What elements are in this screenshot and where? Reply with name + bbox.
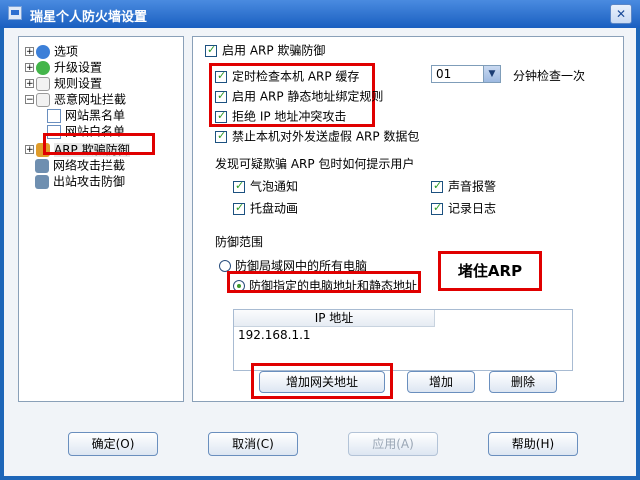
rules-icon <box>36 76 50 91</box>
highlight-box-arp <box>43 133 155 155</box>
check-icon: ✓ <box>207 42 217 56</box>
checkbox-label: 气泡通知 <box>250 179 299 194</box>
annotation-label: 堵住ARP <box>438 251 542 291</box>
expand-icon[interactable]: + <box>25 79 34 89</box>
apply-button[interactable]: 应用(A) <box>348 432 438 456</box>
tree-item-label: 升级设置 <box>54 60 103 75</box>
update-icon <box>36 60 50 75</box>
chevron-down-icon[interactable]: ▼ <box>483 66 500 82</box>
outbound-icon <box>35 174 49 189</box>
tree-item-label: 选项 <box>54 44 79 59</box>
defense-heading: 防御范围 <box>215 235 264 249</box>
checkbox-box[interactable]: ✓ <box>233 200 245 215</box>
globe-icon <box>36 44 50 59</box>
check-icon: ✓ <box>433 178 443 192</box>
static-binding-checkbox[interactable]: ✓ 启用 ARP 静态地址绑定规则 <box>215 89 383 104</box>
arp-settings-panel: ✓ 启用 ARP 欺骗防御 ✓ 定时检查本机 ARP 缓存 01 ▼ 分钟检查一次 … <box>192 36 624 402</box>
tree-item-malicious-url[interactable]: − 恶意网址拦截 <box>25 91 126 107</box>
tray-animation-checkbox[interactable]: ✓ 托盘动画 <box>233 201 298 216</box>
checkbox-label: 启用 ARP 静态地址绑定规则 <box>232 89 384 104</box>
checkbox-label: 禁止本机对外发送虚假 ARP 数据包 <box>232 129 420 144</box>
bubble-notify-checkbox[interactable]: ✓ 气泡通知 <box>233 179 298 194</box>
network-icon <box>35 158 49 173</box>
check-icon: ✓ <box>217 128 227 142</box>
reject-ip-conflict-checkbox[interactable]: ✓ 拒绝 IP 地址冲突攻击 <box>215 109 346 124</box>
help-button[interactable]: 帮助(H) <box>488 432 578 456</box>
checkbox-box[interactable]: ✓ <box>215 88 227 103</box>
tree-item-rules[interactable]: + 规则设置 <box>25 75 102 91</box>
checkbox-label: 定时检查本机 ARP 缓存 <box>232 69 360 84</box>
checkbox-box[interactable]: ✓ <box>233 178 245 193</box>
block-fake-arp-checkbox[interactable]: ✓ 禁止本机对外发送虚假 ARP 数据包 <box>215 129 419 144</box>
highlight-box-defense-scope <box>227 271 421 293</box>
check-icon: ✓ <box>235 200 245 214</box>
checkbox-box[interactable]: ✓ <box>215 68 227 83</box>
record-log-checkbox[interactable]: ✓ 记录日志 <box>431 201 496 216</box>
firewall-app-icon <box>8 6 22 20</box>
settings-window: 瑞星个人防火墙设置 ✕ + 选项 + 升级设置 + 规则设置 − 恶意网址拦截 网站黑名… <box>0 0 640 480</box>
checkbox-box[interactable]: ✓ <box>431 200 443 215</box>
interval-value: 01 <box>436 67 452 81</box>
expand-icon[interactable]: + <box>25 47 34 57</box>
check-icon: ✓ <box>433 200 443 214</box>
title-bar: 瑞星个人防火墙设置 ✕ <box>0 0 640 28</box>
expand-icon[interactable]: + <box>25 145 34 155</box>
tree-item-blacklist[interactable]: 网站黑名单 <box>47 107 125 123</box>
check-icon: ✓ <box>217 68 227 82</box>
tree-item-update[interactable]: + 升级设置 <box>25 59 102 75</box>
checkbox-label: 托盘动画 <box>250 201 299 216</box>
check-icon: ✓ <box>217 88 227 102</box>
checkbox-label: 启用 ARP 欺骗防御 <box>222 43 326 58</box>
add-gateway-button[interactable]: 增加网关地址 <box>259 371 385 393</box>
tree-item-outbound[interactable]: 出站攻击防御 <box>35 173 125 189</box>
check-icon: ✓ <box>235 178 245 192</box>
enable-arp-checkbox[interactable]: ✓ 启用 ARP 欺骗防御 <box>205 43 325 58</box>
dialog-client: + 选项 + 升级设置 + 规则设置 − 恶意网址拦截 网站黑名单 网站白名单 + ARP… <box>4 28 636 476</box>
checkbox-label: 记录日志 <box>448 201 497 216</box>
tree-item-label: 规则设置 <box>54 76 103 91</box>
tree-item-label: 网络攻击拦截 <box>53 158 126 173</box>
ok-button[interactable]: 确定(O) <box>68 432 158 456</box>
settings-tree: + 选项 + 升级设置 + 规则设置 − 恶意网址拦截 网站黑名单 网站白名单 + ARP… <box>18 36 184 402</box>
tree-item-label: 网站黑名单 <box>65 108 126 123</box>
add-button[interactable]: 增加 <box>407 371 475 393</box>
checkbox-box[interactable]: ✓ <box>215 128 227 143</box>
checkbox-label: 声音报警 <box>448 179 497 194</box>
document-icon <box>47 108 61 123</box>
radio-circle[interactable] <box>219 259 231 272</box>
ip-address-list[interactable]: IP 地址 192.168.1.1 <box>233 309 573 371</box>
checkbox-box[interactable]: ✓ <box>205 42 217 57</box>
tree-item-label: 出站攻击防御 <box>53 174 126 189</box>
cancel-button[interactable]: 取消(C) <box>208 432 298 456</box>
notify-heading: 发现可疑欺骗 ARP 包时如何提示用户 <box>215 157 415 171</box>
sound-alarm-checkbox[interactable]: ✓ 声音报警 <box>431 179 496 194</box>
checkbox-label: 拒绝 IP 地址冲突攻击 <box>232 109 347 124</box>
delete-button[interactable]: 删除 <box>489 371 557 393</box>
collapse-icon[interactable]: − <box>25 95 34 105</box>
tree-item-network-attack[interactable]: 网络攻击拦截 <box>35 157 125 173</box>
interval-select[interactable]: 01 ▼ <box>431 65 501 83</box>
tree-item-options[interactable]: + 选项 <box>25 43 78 59</box>
ip-column-header[interactable]: IP 地址 <box>234 310 435 327</box>
window-title: 瑞星个人防火墙设置 <box>30 10 148 25</box>
ip-row[interactable]: 192.168.1.1 <box>234 327 572 343</box>
calendar-icon <box>36 92 50 107</box>
check-icon: ✓ <box>217 108 227 122</box>
checkbox-box[interactable]: ✓ <box>215 108 227 123</box>
expand-icon[interactable]: + <box>25 63 34 73</box>
interval-suffix: 分钟检查一次 <box>513 69 586 83</box>
tree-item-label: 恶意网址拦截 <box>54 92 127 107</box>
close-button[interactable]: ✕ <box>610 4 632 24</box>
checkbox-box[interactable]: ✓ <box>431 178 443 193</box>
check-arp-cache-checkbox[interactable]: ✓ 定时检查本机 ARP 缓存 <box>215 69 359 84</box>
